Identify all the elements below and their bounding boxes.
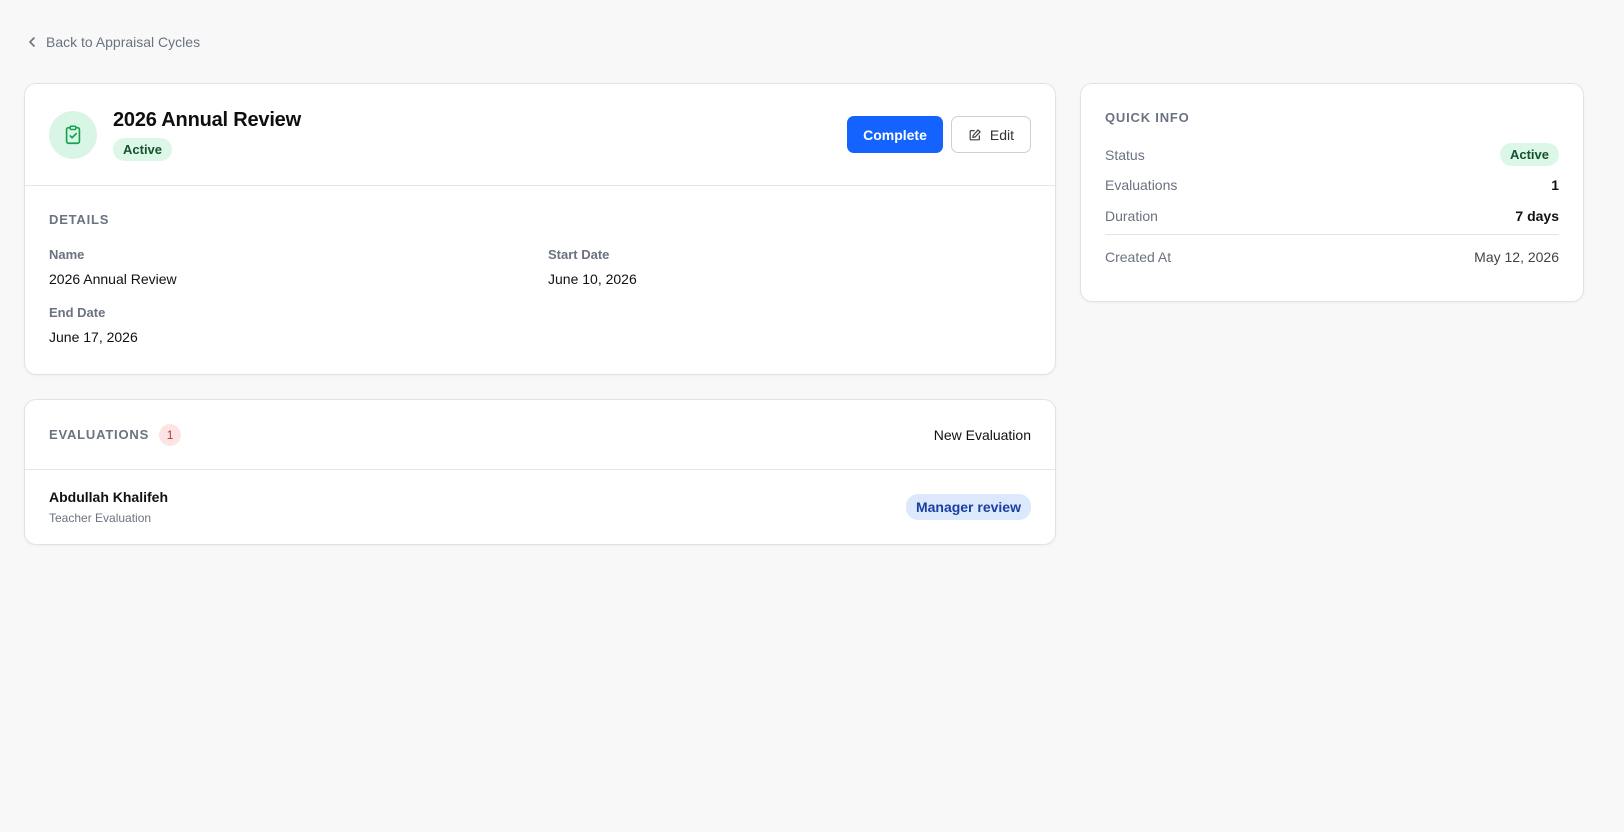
start-date-label: Start Date	[548, 247, 610, 262]
cycle-avatar	[49, 110, 97, 159]
details-section-label: DETAILS	[49, 212, 110, 227]
quick-info-evaluations-value: 1	[1551, 177, 1559, 193]
end-date-value: June 17, 2026	[49, 329, 138, 345]
quick-info-evaluations-label: Evaluations	[1105, 177, 1178, 193]
chevron-left-icon	[29, 37, 35, 47]
quick-info-created-row: Created At May 12, 2026	[1105, 249, 1559, 265]
end-date-field: End Date June 17, 2026	[49, 305, 548, 345]
evaluation-row[interactable]: Abdullah Khalifeh Teacher Evaluation Man…	[25, 470, 1055, 544]
quick-info-duration-value: 7 days	[1515, 208, 1559, 224]
quick-info-section-label: QUICK INFO	[1105, 110, 1190, 125]
quick-info-divider	[1105, 234, 1559, 235]
cycle-details-card: 2026 Annual Review Active Complete Edit …	[24, 83, 1056, 375]
name-field-label: Name	[49, 247, 85, 262]
start-date-field: Start Date June 10, 2026	[548, 247, 1031, 287]
cycle-header: 2026 Annual Review Active Complete Edit	[25, 84, 1055, 186]
quick-info-evaluations-row: Evaluations 1	[1105, 177, 1559, 193]
edit-icon	[969, 128, 981, 140]
evaluations-count-badge: 1	[159, 423, 182, 446]
quick-info-card: QUICK INFO Status Active Evaluations 1 D…	[1080, 83, 1584, 302]
page-title: 2026 Annual Review	[113, 108, 301, 131]
status-badge: Active	[113, 137, 173, 161]
name-field: Name 2026 Annual Review	[49, 247, 548, 287]
back-to-appraisal-cycles-link[interactable]: Back to Appraisal Cycles	[26, 34, 200, 50]
evaluation-person-name: Abdullah Khalifeh	[49, 489, 168, 505]
complete-button[interactable]: Complete	[847, 116, 943, 153]
clipboard-check-icon	[65, 125, 81, 144]
evaluations-card: EVALUATIONS 1 New Evaluation Abdullah Kh…	[24, 399, 1056, 545]
evaluations-section-label: EVALUATIONS	[49, 427, 150, 442]
details-section: DETAILS Name 2026 Annual Review Start Da…	[25, 186, 1055, 345]
start-date-value: June 10, 2026	[548, 271, 637, 287]
quick-info-duration-label: Duration	[1105, 208, 1158, 224]
back-link-label: Back to Appraisal Cycles	[46, 34, 201, 50]
edit-button-label: Edit	[989, 126, 1014, 143]
end-date-label: End Date	[49, 305, 106, 320]
quick-info-status-label: Status	[1105, 146, 1145, 163]
evaluations-header: EVALUATIONS 1 New Evaluation	[25, 400, 1055, 470]
name-field-value: 2026 Annual Review	[49, 271, 177, 287]
quick-info-status-badge: Active	[1499, 143, 1559, 166]
quick-info-duration-row: Duration 7 days	[1105, 208, 1559, 224]
quick-info-created-label: Created At	[1105, 249, 1172, 265]
page: Back to Appraisal Cycles 2026 Annual Rev…	[0, 0, 1624, 832]
edit-button[interactable]: Edit	[950, 116, 1031, 153]
quick-info-created-value: May 12, 2026	[1474, 249, 1559, 265]
quick-info-status-row: Status Active	[1105, 143, 1559, 166]
new-evaluation-button[interactable]: New Evaluation	[934, 427, 1031, 443]
evaluation-type: Teacher Evaluation	[49, 511, 152, 525]
evaluation-status-badge: Manager review	[905, 494, 1031, 520]
